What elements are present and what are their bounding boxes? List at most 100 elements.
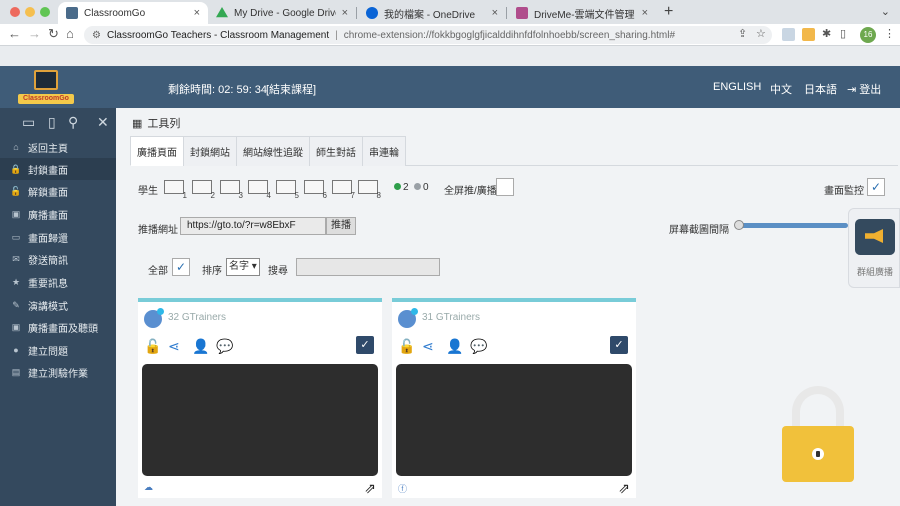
share-icon[interactable]: ⋖ [422,338,434,355]
driveme-favicon-icon [516,7,528,19]
push-button[interactable]: 推播 [326,217,356,235]
sidebar-item-send-message[interactable]: ✉ 發送簡訊 [0,248,116,270]
sidebar-item-broadcast-audio[interactable]: ▣ 廣播畫面及聽頭 [0,316,116,338]
close-sidebar-icon[interactable]: ✕ [97,114,109,131]
student-select-checkbox[interactable]: ✓ [610,336,628,354]
sort-label: 排序 [202,266,222,277]
chat-icon[interactable]: 💬 [216,338,233,355]
layout-4-button[interactable]: 4 [248,180,271,200]
close-window-button[interactable] [10,7,20,17]
sidebar-item-presentation-mode[interactable]: ✎ 演講模式 [0,294,116,316]
monitor-checkbox[interactable]: ✓ [867,178,885,196]
student-screen-preview[interactable] [396,364,632,476]
fullscreen-toggle[interactable] [496,178,514,196]
student-select-checkbox[interactable]: ✓ [356,336,374,354]
forward-icon[interactable]: → [28,26,41,41]
screen-return-icon: ▭ [11,231,21,242]
sidebar-item-label: 建立問題 [28,346,68,358]
laptop-icon[interactable]: ▭ [22,114,35,131]
close-tab-icon[interactable]: × [642,7,648,19]
google-drive-favicon-icon [216,7,228,18]
reload-icon[interactable]: ↻ [48,26,59,42]
layout-6-button[interactable]: 6 [304,180,327,200]
push-url-input[interactable]: https://gto.to/?r=w8EbxF [180,217,326,235]
browser-tab-onedrive[interactable]: 我的檔案 - OneDrive × [358,2,506,24]
tab-broadcast-page[interactable]: 廣播頁面 [130,136,184,166]
layout-7-button[interactable]: 7 [332,180,355,200]
user-icon[interactable]: 👤 [446,338,463,355]
tab-website-tracking[interactable]: 網站線性追蹤 [236,136,310,166]
browser-tab-google-drive[interactable]: My Drive - Google Drive × [208,2,356,24]
sidebar-item-screen-return[interactable]: ▭ 畫面歸還 [0,226,116,248]
layout-2-button[interactable]: 2 [192,180,215,200]
profile-avatar[interactable]: 16 [860,27,876,43]
lang-japanese-link[interactable]: 日本語 [804,81,837,97]
close-tab-icon[interactable]: × [342,7,348,19]
tab-teacher-student-chat[interactable]: 師生對話 [309,136,363,166]
slider-handle[interactable] [734,220,744,230]
search-label: 搜尋 [268,266,288,277]
tab-search-icon[interactable]: ⌄ [881,5,890,18]
search-input[interactable] [296,258,440,276]
interval-slider[interactable] [734,220,848,230]
sidebar-item-home[interactable]: ⌂ 返回主頁 [0,136,116,158]
student-card: 31 GTrainers 🔓 ⋖ 👤 💬 ✓ ⓕ ⇗ [392,298,636,498]
extension-classroomgo-icon[interactable] [802,28,815,41]
sidebar-item-label: 演講模式 [28,301,68,313]
lock-icon [782,386,854,482]
minimize-window-button[interactable] [25,7,35,17]
group-broadcast-button[interactable]: 群組廣播 [848,208,900,288]
sidebar-item-broadcast[interactable]: ▣ 廣播畫面 [0,203,116,225]
lang-english-link[interactable]: ENGLISH [713,81,761,93]
pin-icon[interactable]: ⚲ [68,114,78,131]
share-icon[interactable]: ⇪ [738,27,747,40]
sidebar-item-important-message[interactable]: ★ 重要訊息 [0,271,116,293]
close-tab-icon[interactable]: × [492,7,498,19]
layout-3-button[interactable]: 3 [220,180,243,200]
open-external-icon[interactable]: ⇗ [364,480,376,497]
bookmark-star-icon[interactable]: ☆ [756,27,766,40]
browser-tab-driveme[interactable]: DriveMe-雲端文件管理 × [508,2,656,24]
side-panel-icon[interactable]: ▯ [840,27,846,40]
phone-icon[interactable]: ▯ [48,114,56,131]
layout-5-button[interactable]: 5 [276,180,299,200]
select-all-label: 全部 [148,266,168,277]
online-dot-icon [394,183,401,190]
new-tab-button[interactable]: + [664,3,673,21]
sidebar-item-create-question[interactable]: ● 建立問題 [0,339,116,361]
open-external-icon[interactable]: ⇗ [618,480,630,497]
close-tab-icon[interactable]: × [194,7,200,19]
layout-1-button[interactable]: 1 [164,180,187,200]
classroomgo-favicon-icon [66,7,78,19]
select-all-checkbox[interactable]: ✓ [172,258,190,276]
address-input[interactable]: ⚙ ClassroomGo Teachers - Classroom Manag… [84,26,772,44]
layout-8-button[interactable]: 8 [358,180,381,200]
end-class-link[interactable]: [結束課程] [266,81,316,97]
unlock-icon[interactable]: 🔓 [398,338,415,355]
sort-select[interactable]: 名字 ▾ [226,258,260,276]
browser-tab-classroomgo[interactable]: ClassroomGo × [58,2,208,24]
lang-chinese-link[interactable]: 中文 [770,81,792,97]
sidebar-item-unlock-screen[interactable]: 🔓 解鎖畫面 [0,180,116,202]
sidebar-item-create-quiz[interactable]: ▤ 建立測驗作業 [0,361,116,383]
unlock-icon: 🔓 [10,185,22,196]
maximize-window-button[interactable] [40,7,50,17]
push-url-label: 推播網址 [138,225,178,236]
logout-link[interactable]: ⇥ 登出 [847,81,881,97]
broadcast-audio-icon: ▣ [11,321,21,332]
extension-screenshot-icon[interactable] [782,28,795,41]
sidebar-item-lock-screen[interactable]: 🔒 封鎖畫面 [0,158,116,180]
browser-menu-icon[interactable]: ⋮ [884,27,895,40]
offline-dot-icon [414,183,421,190]
extensions-puzzle-icon[interactable]: ✱ [822,27,831,40]
chat-icon[interactable]: 💬 [470,338,487,355]
tab-block-websites[interactable]: 封鎖網站 [183,136,237,166]
user-icon[interactable]: 👤 [192,338,209,355]
tab-carousel[interactable]: 串連輪 [362,136,406,166]
tab-title: ClassroomGo [84,7,146,19]
student-screen-preview[interactable] [142,364,378,476]
unlock-icon[interactable]: 🔓 [144,338,161,355]
share-icon[interactable]: ⋖ [168,338,180,355]
back-icon[interactable]: ← [8,26,21,41]
home-icon[interactable]: ⌂ [66,26,74,41]
